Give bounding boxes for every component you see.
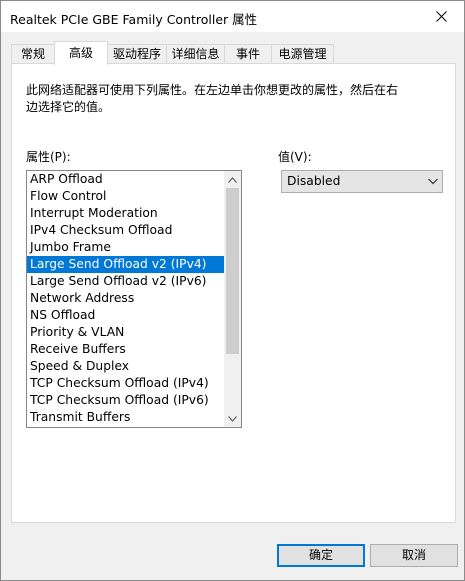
list-item[interactable]: Transmit Buffers bbox=[27, 409, 224, 426]
list-item[interactable]: Receive Buffers bbox=[27, 341, 224, 358]
list-item[interactable]: Flow Control bbox=[27, 188, 224, 205]
property-listbox[interactable]: ARP Offload Flow Control Interrupt Moderat… bbox=[26, 170, 242, 428]
scroll-down-button[interactable] bbox=[224, 410, 241, 427]
chevron-up-icon bbox=[228, 176, 237, 183]
value-label: 值(V): bbox=[278, 150, 312, 164]
list-item[interactable]: IPv4 Checksum Offload bbox=[27, 222, 224, 239]
chevron-down-icon bbox=[428, 178, 438, 185]
tab-strip: 常规 高级 驱动程序 详细信息 事件 电源管理 bbox=[11, 41, 457, 65]
cancel-button[interactable]: 取消 bbox=[370, 544, 458, 567]
property-list: ARP Offload Flow Control Interrupt Moderat… bbox=[27, 171, 224, 426]
advanced-tab-panel: 此网络适配器可使用下列属性。在左边单击你想更改的属性，然后在右边选择它的值。 属… bbox=[11, 63, 456, 523]
list-item[interactable]: Network Address bbox=[27, 290, 224, 307]
list-item[interactable]: TCP Checksum Offload (IPv4) bbox=[27, 375, 224, 392]
close-button[interactable] bbox=[418, 1, 464, 32]
tab-power-management[interactable]: 电源管理 bbox=[271, 44, 334, 64]
title-bar[interactable]: Realtek PCIe GBE Family Controller 属性 bbox=[1, 1, 464, 32]
close-icon bbox=[435, 11, 447, 22]
list-item[interactable]: ARP Offload bbox=[27, 171, 224, 188]
property-label: 属性(P): bbox=[26, 150, 71, 164]
tab-advanced[interactable]: 高级 bbox=[54, 41, 108, 65]
list-item[interactable]: Priority & VLAN bbox=[27, 324, 224, 341]
list-item[interactable]: NS Offload bbox=[27, 307, 224, 324]
properties-dialog: Realtek PCIe GBE Family Controller 属性 常规… bbox=[0, 0, 465, 581]
list-item[interactable]: Speed & Duplex bbox=[27, 358, 224, 375]
list-item[interactable]: Interrupt Moderation bbox=[27, 205, 224, 222]
value-dropdown-selected: Disabled bbox=[287, 174, 341, 188]
tab-details[interactable]: 详细信息 bbox=[166, 44, 225, 64]
value-dropdown[interactable]: Disabled bbox=[281, 170, 443, 193]
ok-button[interactable]: 确定 bbox=[277, 544, 365, 567]
tab-events[interactable]: 事件 bbox=[224, 44, 272, 64]
list-item[interactable]: TCP Checksum Offload (IPv6) bbox=[27, 392, 224, 409]
list-item[interactable]: Jumbo Frame bbox=[27, 239, 224, 256]
list-item-selected[interactable]: Large Send Offload v2 (IPv4) bbox=[27, 256, 224, 273]
tab-driver[interactable]: 驱动程序 bbox=[107, 44, 167, 64]
scroll-thumb[interactable] bbox=[226, 188, 239, 354]
scroll-up-button[interactable] bbox=[224, 171, 241, 188]
window-title: Realtek PCIe GBE Family Controller 属性 bbox=[10, 12, 258, 27]
chevron-down-icon bbox=[228, 415, 237, 422]
tab-general[interactable]: 常规 bbox=[11, 44, 55, 64]
list-item[interactable]: Large Send Offload v2 (IPv6) bbox=[27, 273, 224, 290]
panel-description: 此网络适配器可使用下列属性。在左边单击你想更改的属性，然后在右边选择它的值。 bbox=[26, 83, 399, 114]
property-list-scrollbar[interactable] bbox=[224, 171, 241, 427]
